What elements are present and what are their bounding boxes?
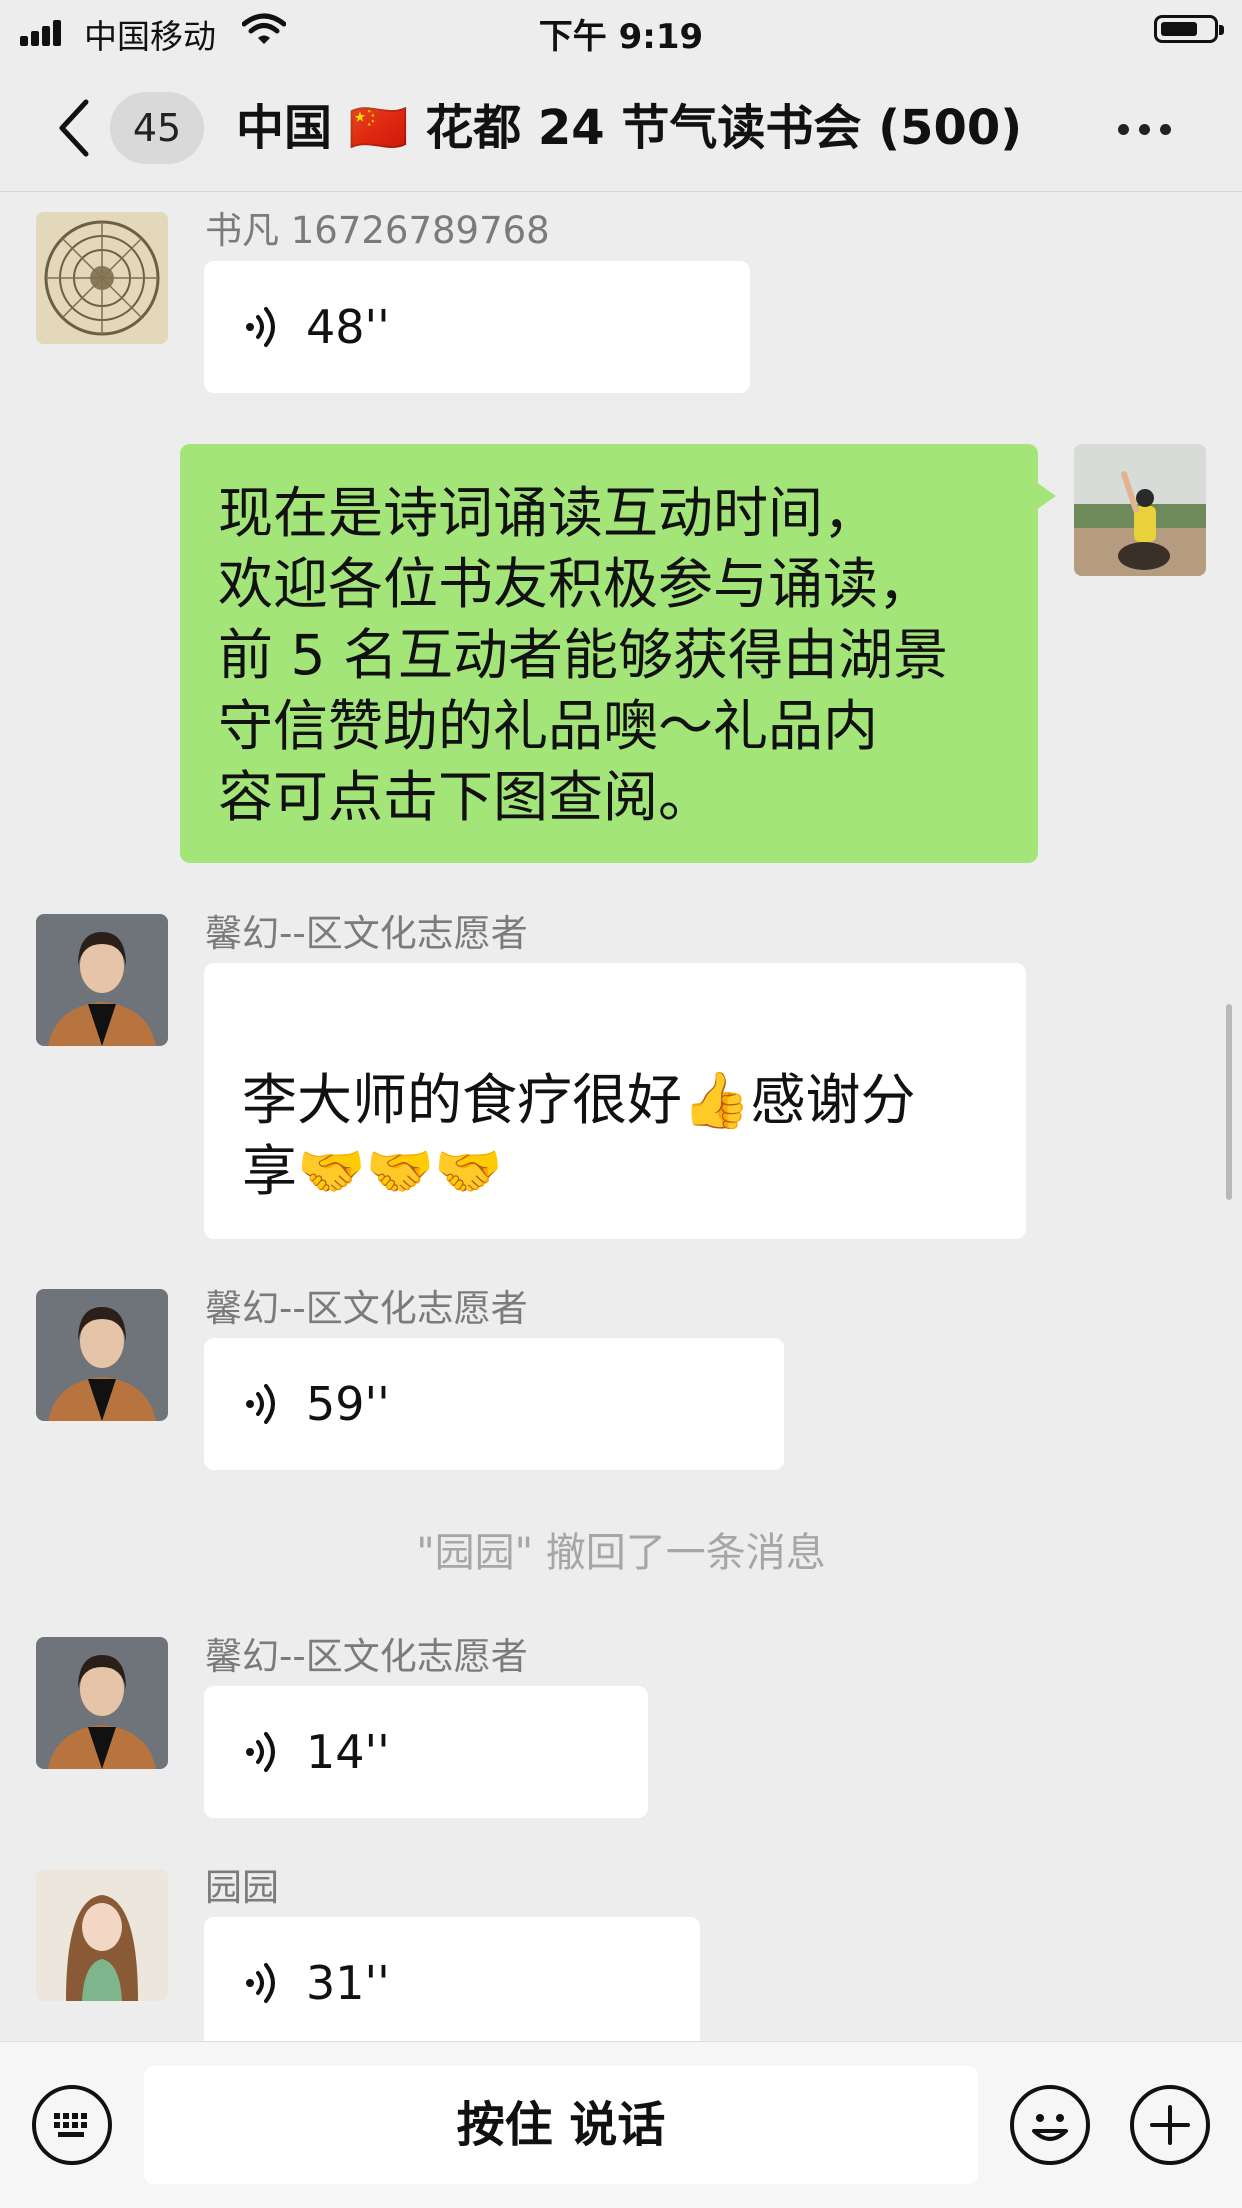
chat-title: 中国 🇨🇳 花都 24 节气读书会 (500) — [236, 100, 1023, 156]
voice-message[interactable]: 59'' — [204, 1338, 784, 1470]
status-bar: 中国移动 下午 9:19 — [0, 0, 1242, 64]
unread-count-badge[interactable]: 45 — [110, 92, 204, 164]
voice-wave-icon — [246, 1963, 275, 2003]
voice-message[interactable]: 48'' — [204, 261, 750, 393]
own-text-message[interactable]: 现在是诗词诵读互动时间， 欢迎各位书友积极参与诵读， 前 5 名互动者能够获得由… — [180, 444, 1056, 863]
sender-name: 园园 — [205, 1866, 279, 1909]
sender-name: 馨幻--区文化志愿者 — [205, 912, 528, 955]
avatar[interactable] — [36, 1289, 168, 1421]
voice-duration: 31'' — [306, 1956, 390, 2010]
voice-duration: 59'' — [306, 1377, 390, 1431]
voice-message[interactable]: 14'' — [204, 1686, 648, 1818]
voice-wave-icon — [246, 1384, 275, 1424]
message-line: 享🤝🤝🤝 — [242, 1139, 503, 1203]
scrollbar[interactable] — [1226, 1004, 1232, 1200]
message-line: 容可点击下图查阅。 — [218, 765, 714, 829]
avatar[interactable] — [36, 1869, 168, 2001]
voice-message[interactable]: 31'' — [204, 1917, 700, 2041]
battery-icon — [1154, 15, 1224, 43]
sender-name: 馨幻--区文化志愿者 — [205, 1287, 528, 1330]
emoji-icon[interactable] — [1010, 2085, 1090, 2165]
voice-wave-icon — [246, 1732, 275, 1772]
status-time: 下午 9:19 — [538, 17, 704, 57]
message-line: 李大师的食疗很好👍感谢分 — [242, 1068, 916, 1132]
voice-duration: 48'' — [306, 300, 390, 354]
text-message[interactable]: 李大师的食疗很好👍感谢分 享🤝🤝🤝 — [204, 963, 1026, 1239]
sender-name: 馨幻--区文化志愿者 — [205, 1635, 528, 1678]
back-chevron-icon[interactable] — [54, 98, 94, 158]
my-avatar[interactable] — [1074, 444, 1206, 576]
keyboard-icon[interactable] — [32, 2085, 112, 2165]
hold-to-talk-button[interactable]: 按住 说话 — [144, 2066, 978, 2184]
chat-header: 45 中国 🇨🇳 花都 24 节气读书会 (500) — [0, 64, 1242, 192]
message-line: 现在是诗词诵读互动时间， — [218, 481, 879, 545]
more-options-icon[interactable] — [1118, 124, 1172, 136]
plus-icon[interactable] — [1130, 2085, 1210, 2165]
message-line: 守信赞助的礼品噢～礼品内 — [218, 694, 879, 758]
avatar[interactable] — [36, 1637, 168, 1769]
voice-duration: 14'' — [306, 1725, 390, 1779]
input-bar: 按住 说话 — [0, 2041, 1242, 2208]
sender-name: 书凡 16726789768 — [205, 209, 550, 252]
message-line: 前 5 名互动者能够获得由湖景 — [218, 623, 948, 687]
voice-wave-icon — [246, 307, 275, 347]
avatar[interactable] — [36, 212, 168, 344]
message-line: 欢迎各位书友积极参与诵读， — [218, 552, 934, 616]
recall-notice: "园园" 撤回了一条消息 — [416, 1530, 826, 1576]
avatar[interactable] — [36, 914, 168, 1046]
